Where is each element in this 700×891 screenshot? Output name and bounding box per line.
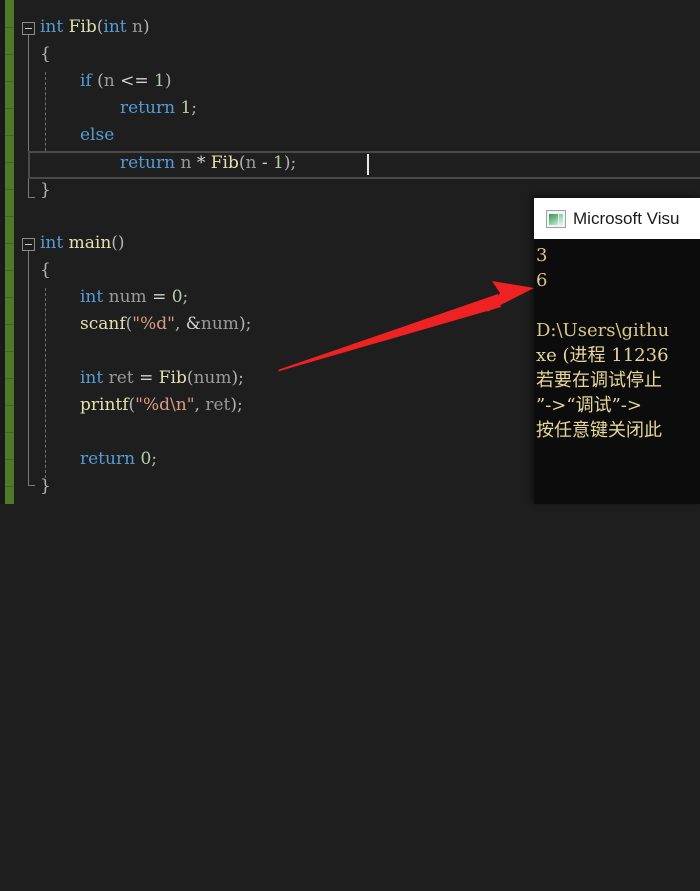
code-line-11[interactable]: int num = 0; (80, 284, 188, 311)
code-line-15[interactable]: printf("%d\n", ret); (80, 392, 243, 419)
console-title-bar[interactable]: Microsoft Visu (534, 198, 700, 239)
code-line-6[interactable]: return n * Fib(n - 1); (120, 150, 296, 177)
code-line-1[interactable]: int Fib(int n) (40, 14, 150, 41)
console-line-1: 6 (536, 270, 548, 291)
code-line-17[interactable]: return 0; (80, 446, 157, 473)
code-line-12[interactable]: scanf("%d", &num); (80, 311, 251, 338)
console-line-7: 按任意键关闭此 (536, 420, 662, 441)
console-line-0: 3 (536, 245, 548, 266)
code-line-4[interactable]: return 1; (120, 95, 197, 122)
code-line-3[interactable]: if (n <= 1) (80, 68, 172, 95)
code-line-18[interactable]: } (40, 473, 51, 500)
console-line-3: D:\Users\githu (536, 320, 670, 341)
code-line-9[interactable]: int main() (40, 230, 125, 257)
console-output-area[interactable]: 3 6 D:\Users\githu xe (进程 11236 若要在调试停止 … (534, 239, 700, 504)
console-title-text: Microsoft Visu (573, 208, 680, 228)
code-line-10[interactable]: { (40, 257, 51, 284)
code-line-7[interactable]: } (40, 177, 51, 204)
console-window[interactable]: Microsoft Visu 3 6 D:\Users\githu xe (进程… (534, 198, 700, 504)
console-line-6: ”->“调试”-> (536, 395, 642, 416)
console-line-4: xe (进程 11236 (536, 345, 669, 366)
code-line-2[interactable]: { (40, 41, 51, 68)
code-line-5[interactable]: else (80, 122, 114, 149)
console-window-icon (546, 209, 566, 228)
text-caret (367, 154, 369, 175)
code-line-14[interactable]: int ret = Fib(num); (80, 365, 244, 392)
console-line-5: 若要在调试停止 (536, 370, 662, 391)
